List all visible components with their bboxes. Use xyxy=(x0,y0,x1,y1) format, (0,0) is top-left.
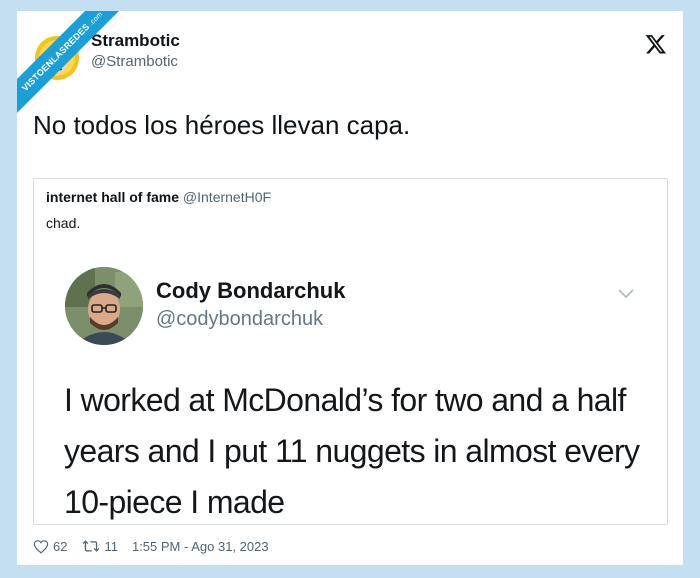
tweet-footer: 62 11 1:55 PM - Ago 31, 2023 xyxy=(33,536,269,556)
heart-icon xyxy=(33,539,49,554)
quoted-text: chad. xyxy=(46,215,81,231)
retweet-action[interactable]: 11 xyxy=(82,539,118,554)
tweet-timestamp[interactable]: 1:55 PM - Ago 31, 2023 xyxy=(132,539,269,554)
retweet-count: 11 xyxy=(104,538,118,554)
quoted-author-handle[interactable]: @InternetH0F xyxy=(183,189,271,205)
embedded-text: I worked at McDonald’s for two and a hal… xyxy=(64,375,654,528)
embedded-line: 10-piece I made xyxy=(64,484,285,520)
watermark-text: VISTOENLASREDES.com xyxy=(17,11,127,120)
like-count: 62 xyxy=(53,538,68,554)
quoted-tweet[interactable]: internet hall of fame @InternetH0F chad. xyxy=(33,178,668,525)
embedded-author-name: Cody Bondarchuk xyxy=(156,278,346,303)
embedded-avatar xyxy=(65,267,143,345)
chevron-down-icon xyxy=(618,289,634,299)
embedded-line: I worked at McDonald’s for two and a hal… xyxy=(64,382,626,418)
retweet-icon xyxy=(83,540,100,552)
x-logo-icon[interactable] xyxy=(645,33,667,55)
embedded-screenshot: Cody Bondarchuk @codybondarchuk I worked… xyxy=(46,247,656,520)
embedded-author-handle: @codybondarchuk xyxy=(156,308,324,330)
embedded-line: years and I put 11 nuggets in almost eve… xyxy=(64,433,640,469)
tweet-card: VISTOENLASREDES.com Strambotic @Strambot… xyxy=(17,11,683,565)
watermark-ribbon: VISTOENLASREDES.com xyxy=(17,11,127,121)
like-action[interactable]: 62 xyxy=(33,539,67,554)
quoted-header: internet hall of fame @InternetH0F xyxy=(46,189,271,205)
quoted-author-name[interactable]: internet hall of fame xyxy=(46,189,179,205)
